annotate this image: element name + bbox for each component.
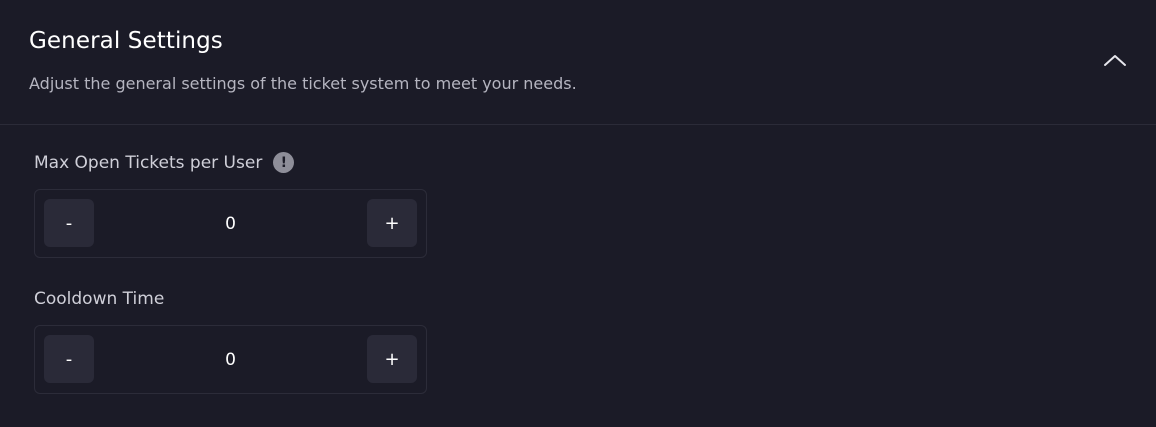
info-icon[interactable]: ! [273, 152, 295, 173]
increment-button[interactable]: + [367, 199, 417, 247]
field-label-text: Cooldown Time [34, 289, 165, 309]
section-title: General Settings [29, 28, 223, 54]
decrement-button[interactable]: - [44, 335, 94, 383]
collapse-button[interactable] [1100, 46, 1130, 74]
max-open-tickets-stepper: - 0 + [34, 189, 427, 258]
cooldown-time-label: Cooldown Time [34, 289, 164, 309]
stepper-value[interactable]: 0 [95, 326, 366, 393]
section-subtitle: Adjust the general settings of the ticke… [29, 74, 577, 93]
section-header[interactable]: General Settings Adjust the general sett… [0, 0, 1156, 125]
field-label-text: Max Open Tickets per User [34, 152, 263, 173]
decrement-button[interactable]: - [44, 199, 94, 247]
max-open-tickets-label: Max Open Tickets per User ! [34, 152, 295, 173]
general-settings-panel: General Settings Adjust the general sett… [0, 0, 1156, 427]
cooldown-time-stepper: - 0 + [34, 325, 427, 394]
stepper-value[interactable]: 0 [95, 190, 366, 257]
increment-button[interactable]: + [367, 335, 417, 383]
chevron-up-icon [1104, 55, 1126, 66]
